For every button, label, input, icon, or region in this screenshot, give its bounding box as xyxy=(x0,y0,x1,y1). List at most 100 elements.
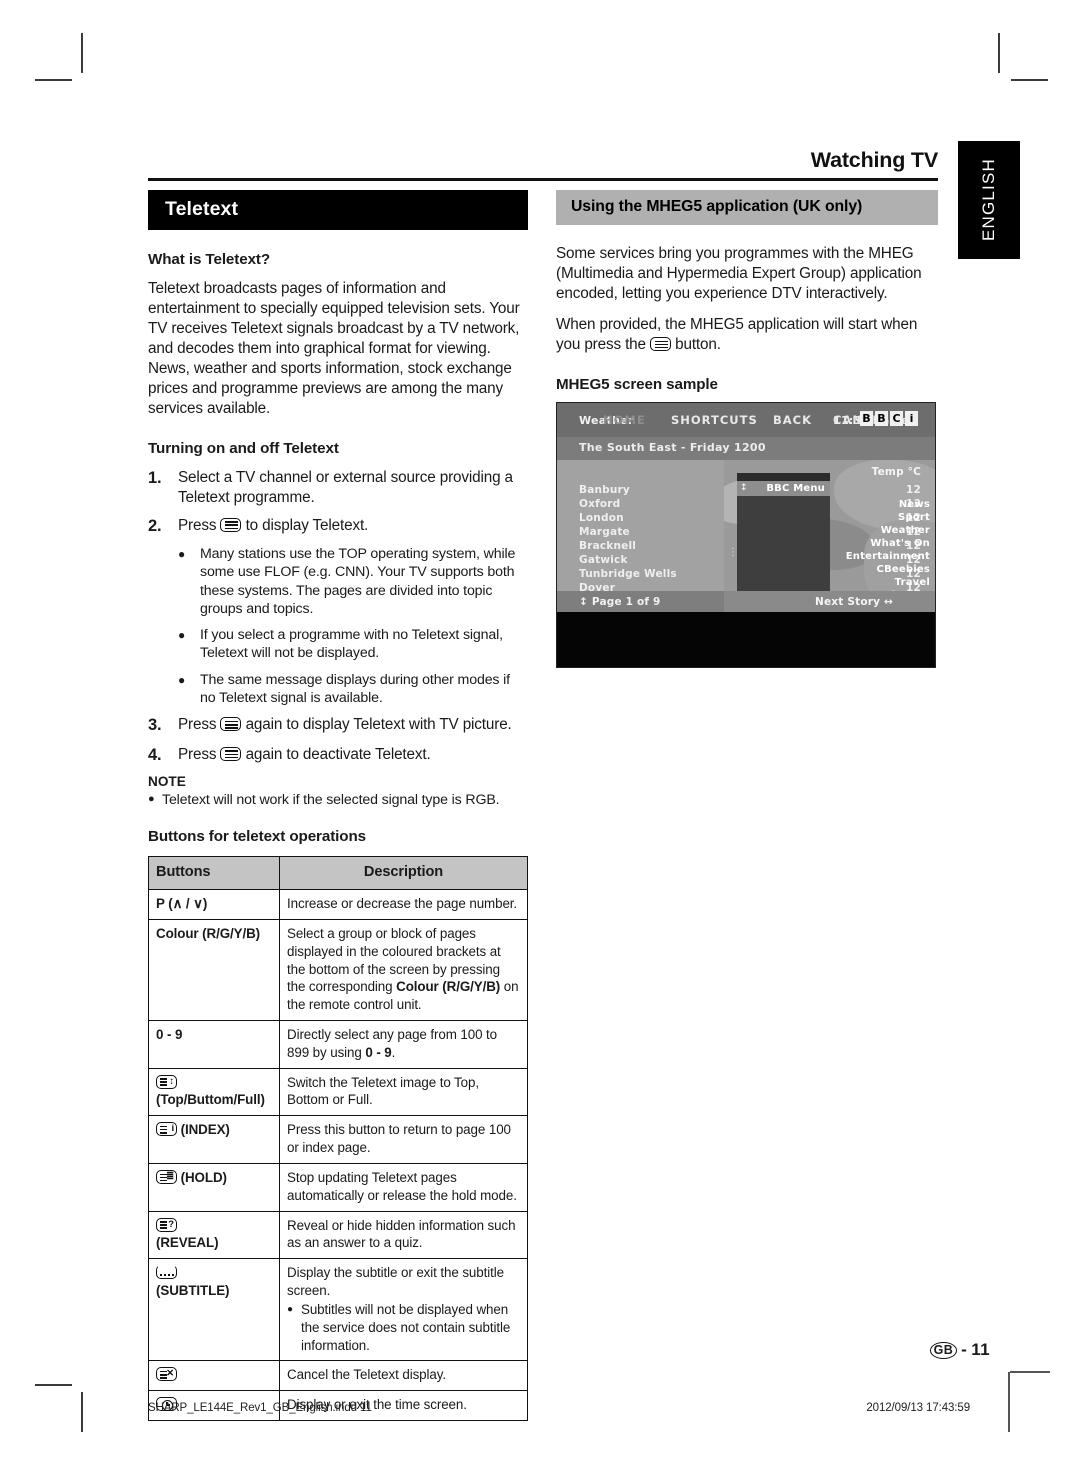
table-row: P (∧ / ∨) Increase or decrease the page … xyxy=(148,889,528,920)
paragraph-mheg5-intro: Some services bring you programmes with … xyxy=(556,245,922,302)
chevron-updown-icon: ↕ xyxy=(740,482,748,493)
step-number: 2. xyxy=(148,516,162,535)
header-rule xyxy=(148,177,938,181)
bullet-text: Many stations use the TOP operating syst… xyxy=(200,546,516,617)
step-item: 4. Press again to deactivate Teletext. xyxy=(148,745,528,767)
subtitle-icon xyxy=(156,1265,177,1280)
note-text: Teletext will not work if the selected s… xyxy=(162,792,500,809)
table-row: ? (REVEAL) Reveal or hide hidden informa… xyxy=(148,1210,528,1260)
left-column: Teletext What is Teletext? Teletext broa… xyxy=(148,190,528,1422)
colophon-rule-horizontal xyxy=(1010,1371,1050,1373)
menu-item[interactable]: Travel xyxy=(842,577,935,588)
right-column: Using the MHEG5 application (UK only) So… xyxy=(556,190,938,668)
mheg-temp-header: Temp °C xyxy=(871,465,921,478)
step-text-post: to display Teletext. xyxy=(245,516,369,534)
page-indicator-label: Page 1 of 9 xyxy=(591,595,661,608)
table-cell-description: Cancel the Teletext display. xyxy=(279,1360,528,1392)
next-story-label: Next Story xyxy=(815,595,881,608)
step-item: 3. Press again to display Teletext with … xyxy=(148,715,528,737)
step-text: Press again to display Teletext with TV … xyxy=(178,715,528,737)
paragraph-pre: When provided, the MHEG5 application wil… xyxy=(556,315,918,353)
step-text: Press again to deactivate Teletext. xyxy=(178,745,528,767)
weather-place: Tunbridge Wells xyxy=(579,567,677,580)
colophon-timestamp: 2012/09/13 17:43:59 xyxy=(866,1402,970,1414)
menu-item[interactable]: CBeebies xyxy=(842,564,935,575)
menu-item[interactable]: Weather xyxy=(842,525,935,536)
table-cell-description: Select a group or block of pages display… xyxy=(279,918,528,1022)
crop-mark-top-right-v xyxy=(998,33,1000,73)
table-cell-button: 0 - 9 xyxy=(148,1020,280,1069)
table-header-buttons: Buttons xyxy=(148,855,280,891)
table-row: ↕ (Top/Buttom/Full) Switch the Teletext … xyxy=(148,1067,528,1117)
table-row: Colour (R/G/Y/B) Select a group or block… xyxy=(148,918,528,1022)
heading-buttons-for-teletext: Buttons for teletext operations xyxy=(148,827,366,845)
mheg-page-indicator: ↕ Page 1 of 9 xyxy=(579,596,661,608)
table-cell-description: Display the subtitle or exit the subtitl… xyxy=(279,1258,528,1362)
section-title-mheg5: Using the MHEG5 application (UK only) xyxy=(556,190,938,225)
menu-item[interactable]: Entertainment xyxy=(842,551,935,562)
chevron-leftright-icon: ↔ xyxy=(884,595,894,608)
running-head: Watching TV xyxy=(810,148,938,172)
bbc-logo-letter: B xyxy=(860,410,873,426)
table-cell-description: Increase or decrease the page number. xyxy=(279,889,528,920)
chevron-updown-icon: ↕ xyxy=(579,595,588,608)
menu-item[interactable]: What's On xyxy=(842,538,935,549)
step-text: Press to display Teletext. xyxy=(178,516,528,538)
footer-button-shortcuts[interactable]: SHORTCUTS xyxy=(671,413,758,427)
weather-place: London xyxy=(579,511,624,524)
colophon-rule-vertical xyxy=(1008,1372,1010,1432)
language-tab-label: ENGLISH xyxy=(979,158,998,242)
mheg-next-story[interactable]: Next Story ↔ xyxy=(815,596,893,608)
desc-text: Display the subtitle or exit the subtitl… xyxy=(287,1265,504,1299)
table-cell-button-label: (REVEAL) xyxy=(156,1235,219,1251)
mheg-menu-title: BBC Menu xyxy=(737,480,830,496)
bullet-marker: ● xyxy=(178,547,186,562)
step-text-pre: Press xyxy=(178,716,217,734)
page-number-separator: - xyxy=(961,1340,968,1359)
bullet-item: ● The same message displays during other… xyxy=(178,671,528,708)
desc-part-bold: Colour (R/G/Y/B) xyxy=(396,979,501,995)
weather-place: Bracknell xyxy=(579,539,637,552)
weather-place: Oxford xyxy=(579,497,621,510)
page-number: GB - 11 xyxy=(929,1340,990,1360)
bullet-marker: ● xyxy=(287,1303,293,1315)
mheg-footer-bar xyxy=(557,611,935,667)
menu-item[interactable]: Sport xyxy=(842,512,935,523)
bbc-logo-letter: C xyxy=(890,410,903,426)
crop-mark-top-left-h xyxy=(35,79,72,81)
teletext-icon xyxy=(220,517,242,532)
paragraph-post: button. xyxy=(675,335,721,353)
teletext-buttons-table: Buttons Description P (∧ / ∨) Increase o… xyxy=(148,855,528,1422)
bullet-text: If you select a programme with no Telete… xyxy=(200,627,503,662)
teletext-cancel-icon: ✕ xyxy=(156,1367,177,1382)
step-number: 1. xyxy=(148,468,162,487)
paragraph-mheg5-start: When provided, the MHEG5 application wil… xyxy=(556,315,938,355)
desc-part: . xyxy=(391,1044,396,1060)
bullet-text: Subtitles will not be displayed when the… xyxy=(301,1301,511,1353)
step-item: 1. Select a TV channel or external sourc… xyxy=(148,468,528,508)
footer-button-home[interactable]: HOME xyxy=(603,413,646,427)
heading-turning-on-off: Turning on and off Teletext xyxy=(148,439,339,457)
colophon-filename: SHARP_LE144E_Rev1_GB_English.indd 11 xyxy=(148,1402,372,1414)
note-line: ● Teletext will not work if the selected… xyxy=(148,791,528,809)
table-row: ✕ Cancel the Teletext display. xyxy=(148,1360,528,1392)
table-cell-button-label: (Top/Buttom/Full) xyxy=(156,1092,265,1108)
table-header-description: Description xyxy=(279,855,528,891)
page-header: Watching TV xyxy=(148,148,938,181)
teletext-icon xyxy=(650,336,671,351)
footer-button-back[interactable]: BACK xyxy=(773,413,812,427)
crop-mark-top-right-h xyxy=(1011,79,1048,81)
note-heading: NOTE xyxy=(148,774,186,790)
bbc-logo: B B C i xyxy=(860,410,918,426)
table-cell-description: Stop updating Teletext pages automatical… xyxy=(279,1162,528,1212)
teletext-reveal-icon: ? xyxy=(156,1217,177,1232)
bullet-item: ● Many stations use the TOP operating sy… xyxy=(178,545,528,618)
bullet-marker: ● xyxy=(178,672,186,687)
paragraph-what-is-teletext: Teletext broadcasts pages of information… xyxy=(148,280,520,417)
menu-item[interactable]: News xyxy=(842,499,935,510)
weather-place: Margate xyxy=(579,525,630,538)
bullet-text: The same message displays during other m… xyxy=(200,671,510,706)
weather-temp: 12 xyxy=(905,483,921,496)
section-title-teletext: Teletext xyxy=(148,190,528,230)
weather-place: Banbury xyxy=(579,483,630,496)
